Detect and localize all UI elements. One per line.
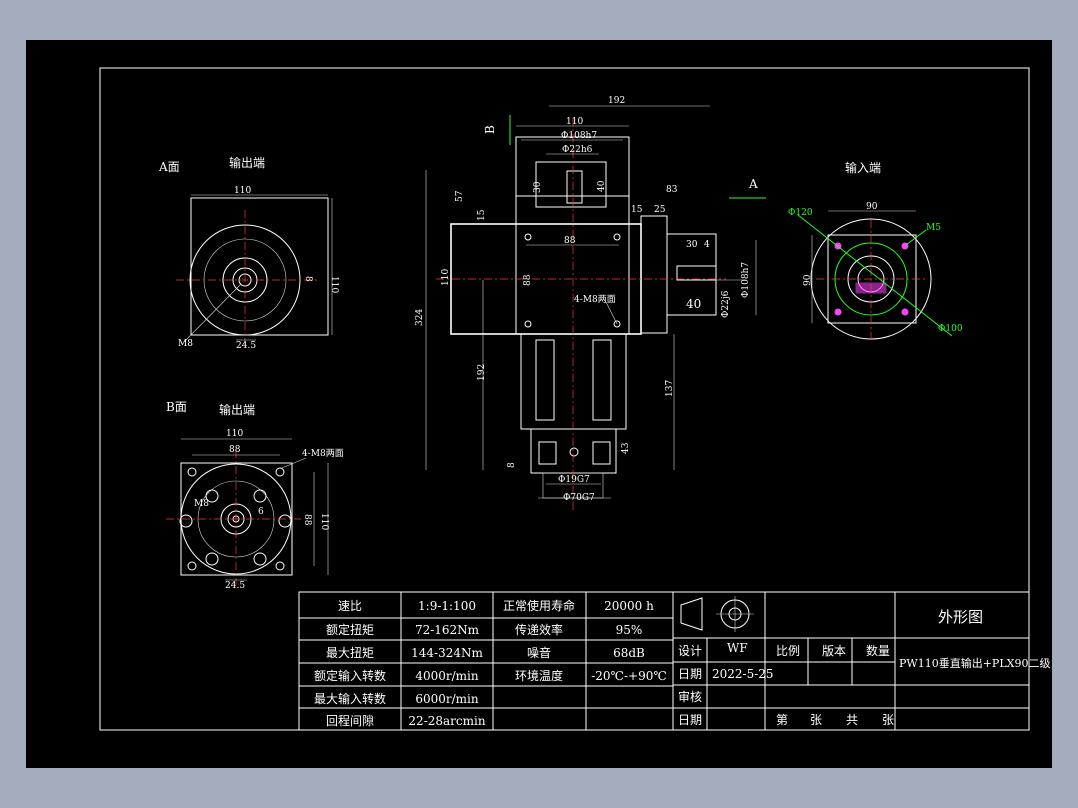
a-dim-110-side: 110 xyxy=(329,276,339,293)
review-label: 审核 xyxy=(678,689,702,704)
spec-cell-k1: 最大扭矩 xyxy=(326,646,374,660)
spec-cell-k1: 最大输入转数 xyxy=(314,691,386,706)
spec-cell-k2: 传递效率 xyxy=(515,622,563,637)
date-label-2: 日期 xyxy=(678,713,702,727)
dim-137: 137 xyxy=(665,380,675,397)
assembly-front-view: 192 B 110 Φ108h7 Φ22h6 30 40 57 15 83 A … xyxy=(415,96,766,510)
b-dim-6: 6 xyxy=(258,507,264,517)
b-dim-4m8: 4-M8两面 xyxy=(302,448,344,459)
projection-symbol-icon xyxy=(680,596,754,632)
sheet-di: 第 xyxy=(776,713,788,727)
spec-cell-k2: 正常使用寿命 xyxy=(503,598,575,613)
b-dim-110-side: 110 xyxy=(319,513,329,530)
dim-88b: 88 xyxy=(523,274,533,286)
dim-88a: 88 xyxy=(564,236,576,246)
b-dim-245: 24.5 xyxy=(225,581,245,591)
drawing-name: 外形图 xyxy=(938,608,983,626)
dim-15b: 15 xyxy=(631,205,643,215)
designer: WF xyxy=(727,641,748,655)
input-dim-90-top: 90 xyxy=(866,202,878,212)
a-dim-110-top: 110 xyxy=(234,186,251,196)
b-dim-88-side: 88 xyxy=(302,514,312,526)
spec-cell-k2: 噪音 xyxy=(527,645,551,660)
a-face-title: 输出端 xyxy=(229,155,265,170)
a-dim-m8: M8 xyxy=(178,339,193,349)
marker-b: B xyxy=(483,125,497,134)
drawing-sheet: A面 输出端 110 110 8 M8 24.5 B面 输出端 110 88 4… xyxy=(26,40,1052,768)
model-name: PW110垂直输出+PLX90二级 xyxy=(899,656,1050,670)
spec-cell-v1: 4000r/min xyxy=(415,669,479,683)
version-label: 版本 xyxy=(822,644,846,658)
marker-a: A xyxy=(748,177,758,191)
spec-cell-v2: 95% xyxy=(616,623,643,637)
spec-table: 速比 1:9-1:100 正常使用寿命 20000 h 额定扭矩 72-162Nm 传递效率… xyxy=(298,591,674,731)
a-dim-245: 24.5 xyxy=(236,341,256,351)
dim-8: 8 xyxy=(507,462,517,468)
a-face-label: A面 xyxy=(158,160,180,174)
spec-cell-v1: 1:9-1:100 xyxy=(418,599,476,613)
a-dim-8: 8 xyxy=(303,276,313,282)
title-block: 外形图 PW110垂直输出+PLX90二级 设计 WF 比例 版本 数量 日期 … xyxy=(672,591,1050,731)
input-dim-m5: M5 xyxy=(926,223,941,233)
design-label: 设计 xyxy=(678,644,702,658)
dim-22h6: Φ22h6 xyxy=(562,145,593,155)
dim-19g7: Φ19G7 xyxy=(558,475,590,485)
dim-192-side: 192 xyxy=(477,364,487,381)
cad-drawing: A面 输出端 110 110 8 M8 24.5 B面 输出端 110 88 4… xyxy=(99,67,1050,731)
b-face-title: 输出端 xyxy=(219,402,255,417)
scale-label: 比例 xyxy=(776,644,800,658)
dim-4: 4 xyxy=(704,240,710,250)
dim-226: Φ22j6 xyxy=(721,290,731,318)
spec-cell-k1: 额定扭矩 xyxy=(326,622,374,637)
spec-cell-k1: 速比 xyxy=(338,599,362,613)
b-face-view: B面 输出端 110 88 4-M8两面 88 110 M8 6 24.5 xyxy=(166,400,344,591)
dim-43: 43 xyxy=(621,442,631,454)
dim-30: 30 xyxy=(533,181,543,193)
spec-cell-v2: 20000 h xyxy=(604,599,654,613)
sheet-gong: 共 xyxy=(846,713,858,727)
dim-108h7: Φ108h7 xyxy=(561,131,597,141)
date-label: 日期 xyxy=(678,667,702,681)
spec-cell-k2: 环境温度 xyxy=(515,668,563,683)
sheet-zhang: 张 xyxy=(810,713,822,727)
b-dim-m8: M8 xyxy=(194,499,209,509)
dim-110: 110 xyxy=(566,117,583,127)
spec-cell-v2: 68dB xyxy=(613,646,645,660)
dim-108h7b: Φ108h7 xyxy=(741,262,751,298)
date-value: 2022-5-25 xyxy=(712,667,774,681)
b-dim-88-top: 88 xyxy=(229,445,241,455)
spec-cell-k1: 额定输入转数 xyxy=(314,668,386,683)
dim-4m8: 4-M8两面 xyxy=(574,294,616,305)
dim-30b: 30 xyxy=(686,240,698,250)
dim-57: 57 xyxy=(455,190,465,202)
input-end-title: 输入端 xyxy=(845,160,881,175)
input-end-view: 输入端 90 90 Φ120 M5 Φ100 xyxy=(788,160,963,340)
b-dim-110-top: 110 xyxy=(226,429,243,439)
dim-40b: 40 xyxy=(686,297,701,311)
spec-cell-v1: 72-162Nm xyxy=(415,623,480,637)
spec-cell-v1: 22-28arcmin xyxy=(408,714,485,728)
qty-label: 数量 xyxy=(866,643,890,658)
dim-110-side: 110 xyxy=(441,269,451,286)
input-dim-90-side: 90 xyxy=(803,274,813,286)
dim-25: 25 xyxy=(654,205,666,215)
dim-324: 324 xyxy=(415,309,425,326)
dim-70g7: Φ70G7 xyxy=(563,493,595,503)
b-face-label: B面 xyxy=(166,400,187,414)
dim-15a: 15 xyxy=(477,209,487,221)
dim-83: 83 xyxy=(666,185,678,195)
spec-cell-v2: -20℃-+90℃ xyxy=(591,669,667,683)
a-face-view: A面 输出端 110 110 8 M8 24.5 xyxy=(158,155,339,351)
input-dim-120: Φ120 xyxy=(788,208,813,218)
spec-cell-k1: 回程间隙 xyxy=(326,713,374,728)
spec-cell-v1: 144-324Nm xyxy=(411,646,483,660)
input-dim-100: Φ100 xyxy=(938,324,963,334)
spec-cell-v1: 6000r/min xyxy=(415,692,479,706)
dim-40: 40 xyxy=(597,180,607,192)
dim-192-top: 192 xyxy=(608,96,625,106)
sheet-zhang-2: 张 xyxy=(882,713,894,727)
